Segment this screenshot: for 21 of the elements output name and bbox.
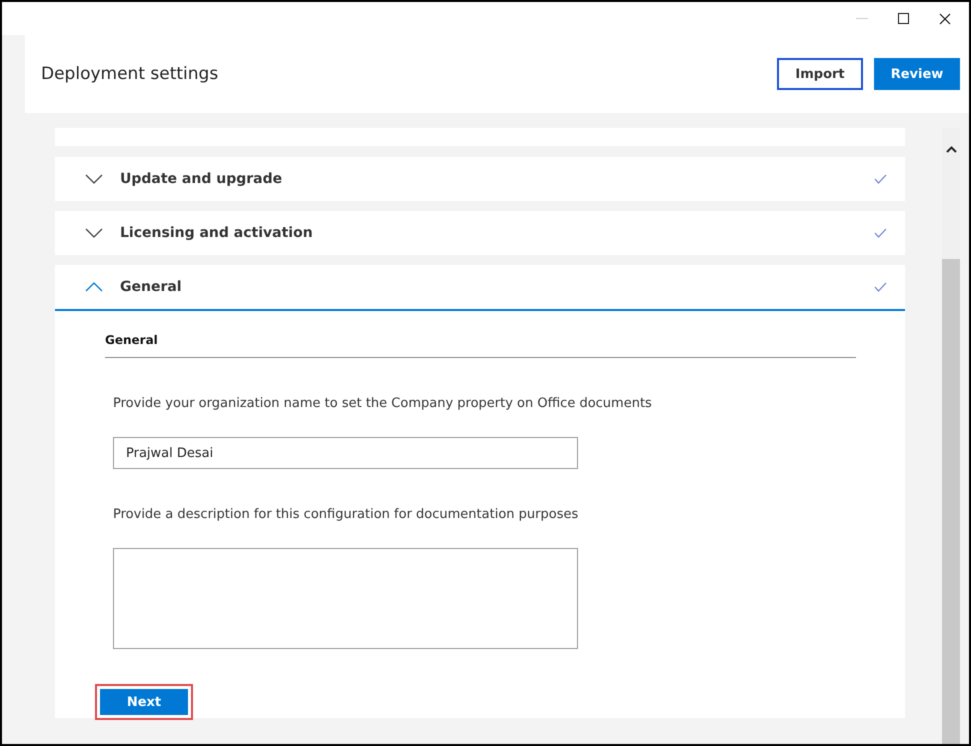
- section-title: General: [120, 279, 183, 295]
- maximize-icon[interactable]: [898, 13, 909, 24]
- next-button[interactable]: Next: [100, 689, 188, 715]
- section-title: Update and upgrade: [120, 171, 284, 187]
- section-header[interactable]: Update and upgrade: [55, 157, 905, 201]
- chevron-up-icon: [85, 282, 103, 292]
- close-icon[interactable]: [939, 12, 951, 24]
- chevron-down-icon: [85, 228, 103, 238]
- field-label: Provide a description for this configuration for documentation purposes: [113, 507, 580, 522]
- caret-up-icon[interactable]: [946, 146, 956, 153]
- subsection-heading: General: [105, 333, 856, 358]
- import-button[interactable]: Import: [777, 58, 863, 90]
- field-label: Provide your organization name to set the Company property on Office documents: [113, 396, 653, 411]
- section-title: Licensing and activation: [120, 225, 314, 241]
- review-button[interactable]: Review: [874, 58, 960, 90]
- page-title: Deployment settings: [41, 64, 220, 84]
- section-header[interactable]: Licensing and activation: [55, 211, 905, 255]
- description-field[interactable]: [113, 548, 578, 649]
- chevron-down-icon: [85, 174, 103, 184]
- section-header[interactable]: General: [55, 265, 905, 311]
- input-field[interactable]: Prajwal Desai: [113, 437, 578, 469]
